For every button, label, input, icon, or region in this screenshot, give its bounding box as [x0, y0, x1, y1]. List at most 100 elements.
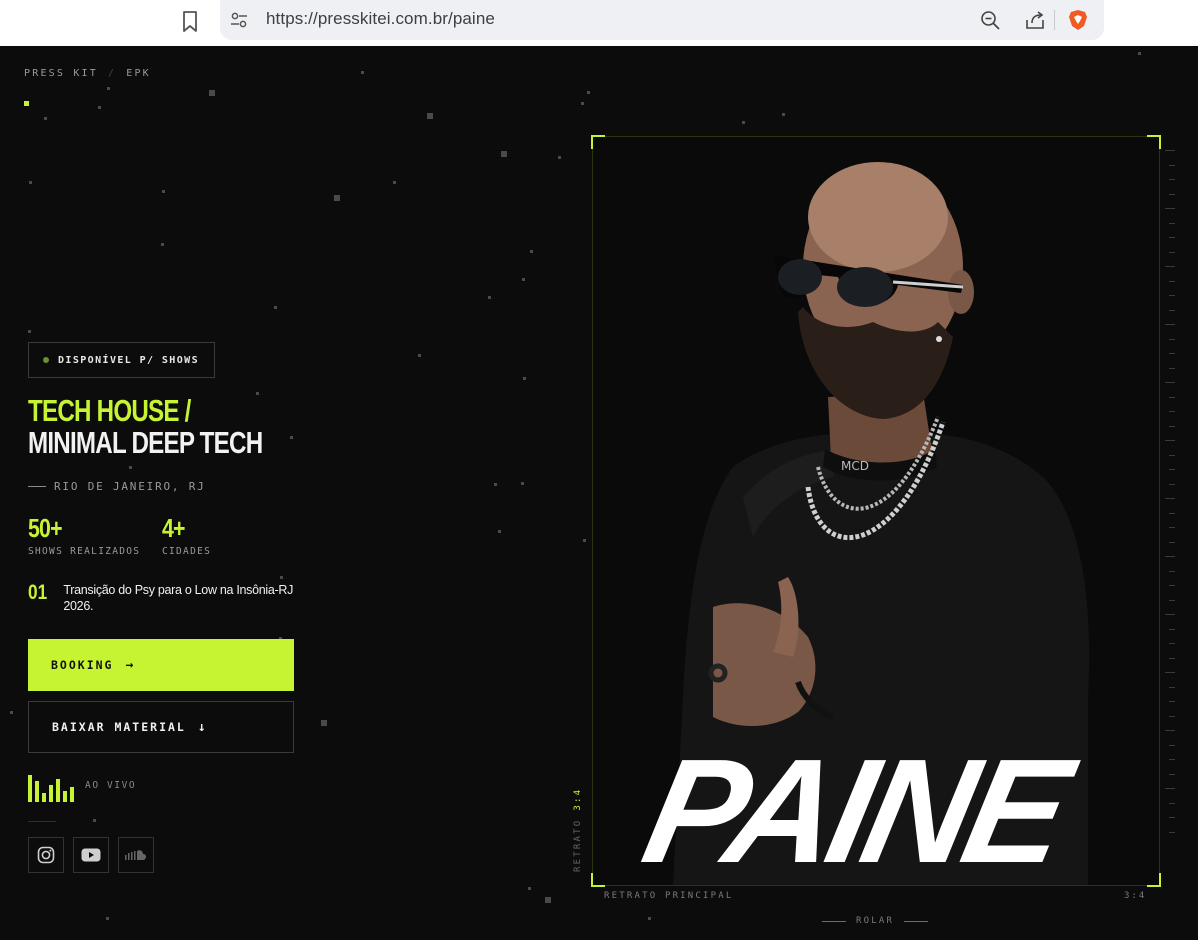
scroll-line: [822, 920, 846, 922]
availability-text: DISPONÍVEL P/ SHOWS: [58, 354, 199, 366]
ruler-tick: [1169, 179, 1175, 180]
location-text: RIO DE JANEIRO, RJ: [54, 480, 206, 493]
soundcloud-icon: [125, 850, 147, 860]
ruler-tick: [1165, 788, 1175, 789]
presskit-page: PRESS KIT / EPK DISPONÍVEL P/ SHOWS TECH H…: [0, 46, 1198, 940]
ruler-tick: [1169, 628, 1175, 630]
booking-button[interactable]: BOOKING →: [28, 639, 294, 691]
side-label-text: RETRATO: [573, 818, 583, 872]
zoom-out-icon[interactable]: [980, 10, 1000, 30]
star-dot: [581, 102, 584, 105]
ruler-tick: [1169, 469, 1175, 470]
star-dot: [162, 190, 165, 193]
equalizer-bar: [70, 787, 74, 802]
availability-badge: DISPONÍVEL P/ SHOWS: [28, 342, 215, 378]
ruler-tick: [1169, 744, 1175, 746]
breadcrumb-presskit: PRESS KIT: [24, 68, 98, 79]
star-dot: [93, 819, 96, 822]
stat-cities-label: CIDADES: [162, 546, 212, 557]
ruler-tick: [1169, 802, 1175, 804]
ruler-tick: [1169, 701, 1175, 702]
ruler-tick: [1165, 150, 1175, 151]
ruler-tick: [1169, 585, 1175, 586]
portrait-ratio: 3:4: [1124, 891, 1147, 901]
star-dot: [528, 887, 531, 890]
soundcloud-link[interactable]: [118, 837, 154, 873]
accent-marker: [24, 101, 29, 106]
location-dash: [28, 486, 46, 487]
star-dot: [501, 151, 507, 157]
highlight-number: 01: [28, 581, 48, 604]
shirt-print: MCD: [841, 459, 869, 473]
youtube-link[interactable]: [73, 837, 109, 873]
star-dot: [648, 917, 651, 920]
url-text[interactable]: https://presskitei.com.br/paine: [266, 9, 495, 29]
ruler-tick: [1165, 266, 1175, 267]
ruler-tick: [1169, 164, 1175, 166]
ruler-tick: [1169, 512, 1175, 514]
star-dot: [393, 181, 396, 184]
portrait-frame: MCD PAINE: [591, 135, 1161, 887]
artist-logo: PAINE: [632, 728, 1089, 885]
ruler-tick: [1169, 222, 1175, 224]
star-dot: [209, 90, 215, 96]
browser-toolbar: https://presskitei.com.br/paine: [0, 0, 1198, 46]
star-dot: [530, 250, 533, 253]
brave-shield-icon[interactable]: [1068, 9, 1088, 31]
ruler-tick: [1169, 831, 1175, 833]
ruler-tick: [1169, 425, 1175, 427]
ruler-tick: [1165, 730, 1175, 731]
ruler-tick: [1169, 773, 1175, 775]
ruler-tick: [1169, 817, 1175, 818]
ruler-tick: [1169, 527, 1175, 528]
ruler-tick: [1169, 657, 1175, 659]
equalizer-bar: [49, 785, 53, 802]
star-dot: [782, 113, 785, 116]
star-dot: [361, 71, 364, 74]
status-dot-icon: [43, 357, 49, 363]
breadcrumb: PRESS KIT / EPK: [24, 68, 151, 79]
share-icon[interactable]: [1024, 9, 1046, 31]
star-dot: [587, 91, 590, 94]
star-dot: [523, 377, 526, 380]
ruler-tick: [1169, 309, 1175, 311]
arrow-down-icon: ↓: [197, 719, 206, 735]
instagram-link[interactable]: [28, 837, 64, 873]
ruler-tick: [1169, 251, 1175, 253]
site-settings-icon[interactable]: [230, 11, 248, 29]
star-dot: [290, 436, 293, 439]
ruler-tick: [1169, 338, 1175, 340]
genre-line-1: TECH HOUSE /: [28, 393, 191, 428]
star-dot: [107, 87, 110, 90]
equalizer-bar: [28, 775, 32, 802]
star-dot: [545, 897, 551, 903]
star-dot: [106, 917, 109, 920]
location: RIO DE JANEIRO, RJ: [28, 480, 206, 493]
live-equalizer-icon: [28, 772, 74, 802]
star-dot: [334, 195, 340, 201]
youtube-icon: [81, 848, 101, 862]
star-dot: [98, 106, 101, 109]
ruler-tick: [1169, 686, 1175, 688]
frame-corner: [1147, 873, 1161, 887]
scroll-hint[interactable]: ROLAR: [822, 916, 929, 926]
ruler-tick: [1169, 237, 1175, 238]
scroll-line: [904, 920, 929, 922]
stat-shows: 50+ SHOWS REALIZADOS: [28, 514, 140, 557]
star-dot: [494, 483, 497, 486]
bookmark-icon[interactable]: [180, 10, 200, 34]
scroll-label: ROLAR: [856, 916, 895, 926]
ruler-tick: [1165, 672, 1175, 673]
star-dot: [161, 243, 164, 246]
star-dot: [44, 117, 47, 120]
ruler-tick: [1169, 280, 1175, 282]
star-dot: [129, 466, 132, 469]
download-label: BAIXAR MATERIAL: [52, 720, 186, 734]
ruler-tick: [1165, 440, 1175, 441]
stat-shows-label: SHOWS REALIZADOS: [28, 546, 141, 557]
address-bar[interactable]: https://presskitei.com.br/paine: [220, 0, 1104, 40]
star-dot: [418, 354, 421, 357]
ruler-tick: [1165, 382, 1175, 383]
ruler-tick: [1169, 715, 1175, 717]
download-material-button[interactable]: BAIXAR MATERIAL ↓: [28, 701, 294, 753]
